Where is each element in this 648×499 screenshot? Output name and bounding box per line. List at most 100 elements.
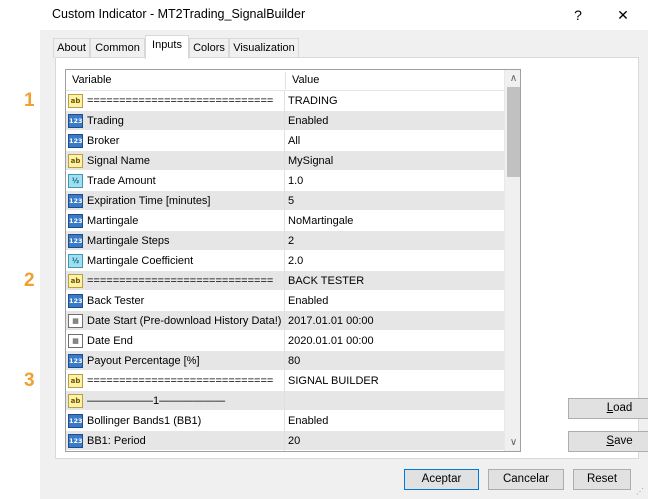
integer-type-icon: 123: [68, 294, 83, 308]
scroll-up-icon[interactable]: ∧: [505, 70, 520, 87]
variable-cell[interactable]: ab =============================: [66, 91, 285, 111]
input-row[interactable]: ab Signal Name MySignal: [66, 151, 504, 171]
variable-name: Martingale Steps: [87, 235, 170, 247]
variable-cell[interactable]: 123 Bollinger Bands1 (BB1): [66, 411, 285, 431]
value-cell[interactable]: 80: [286, 351, 504, 371]
variable-name: Payout Percentage [%]: [87, 355, 200, 367]
text-type-icon: ab: [68, 374, 83, 388]
value-cell[interactable]: All: [286, 131, 504, 151]
value-cell[interactable]: Enabled: [286, 111, 504, 131]
variable-cell[interactable]: ab Signal Name: [66, 151, 285, 171]
input-row[interactable]: ab ——————1——————: [66, 391, 504, 411]
input-row[interactable]: ab ============================= TRADING: [66, 91, 504, 111]
resize-grip-icon[interactable]: ⋰: [636, 487, 646, 497]
text-type-icon: ab: [68, 274, 83, 288]
window-title: Custom Indicator - MT2Trading_SignalBuil…: [52, 7, 306, 21]
step-marker-3: 3: [24, 370, 35, 391]
grid-scrollbar[interactable]: ∧ ∨: [504, 70, 520, 451]
variable-name: Trade Amount: [87, 175, 156, 187]
value-cell[interactable]: BACK TESTER: [286, 271, 504, 291]
variable-cell[interactable]: 123 Payout Percentage [%]: [66, 351, 285, 371]
value-cell[interactable]: NoMartingale: [286, 211, 504, 231]
variable-cell[interactable]: 123 Broker: [66, 131, 285, 151]
datetime-type-icon: ▦: [68, 314, 83, 328]
value-cell[interactable]: [286, 391, 504, 411]
variable-cell[interactable]: ½ Trade Amount: [66, 171, 285, 191]
text-type-icon: ab: [68, 394, 83, 408]
input-row[interactable]: ab ============================= BACK TEST…: [66, 271, 504, 291]
tab-about[interactable]: About: [53, 38, 90, 58]
variable-cell[interactable]: ab ——————1——————: [66, 391, 285, 411]
input-row[interactable]: ½ Martingale Coefficient 2.0: [66, 251, 504, 271]
variable-cell[interactable]: 123 Trading: [66, 111, 285, 131]
tab-common[interactable]: Common: [90, 38, 145, 58]
value-cell[interactable]: MySignal: [286, 151, 504, 171]
value-cell[interactable]: SIGNAL BUILDER: [286, 371, 504, 391]
step-marker-1: 1: [24, 90, 35, 111]
variable-cell[interactable]: 123 Martingale: [66, 211, 285, 231]
variable-name: =============================: [87, 375, 274, 387]
variable-name: Back Tester: [87, 295, 145, 307]
variable-name: BB1: Period: [87, 435, 146, 447]
input-row[interactable]: 123 Payout Percentage [%] 80: [66, 351, 504, 371]
input-row[interactable]: ab ============================= SIGNAL BU…: [66, 371, 504, 391]
inputs-panel: Variable Value ab =======================…: [55, 57, 648, 459]
integer-type-icon: 123: [68, 434, 83, 448]
value-cell[interactable]: 2: [286, 231, 504, 251]
double-type-icon: ½: [68, 254, 83, 268]
value-cell[interactable]: TRADING: [286, 91, 504, 111]
integer-type-icon: 123: [68, 234, 83, 248]
value-cell[interactable]: Enabled: [286, 291, 504, 311]
variable-cell[interactable]: 123 Back Tester: [66, 291, 285, 311]
value-cell[interactable]: 2.0: [286, 251, 504, 271]
text-type-icon: ab: [68, 94, 83, 108]
value-cell[interactable]: 1.0: [286, 171, 504, 191]
variable-name: Trading: [87, 115, 124, 127]
variable-cell[interactable]: ½ Martingale Coefficient: [66, 251, 285, 271]
variable-cell[interactable]: ▦ Date Start (Pre-download History Data!): [66, 311, 285, 331]
input-row[interactable]: ▦ Date End 2020.01.01 00:00: [66, 331, 504, 351]
load-button[interactable]: Load: [568, 398, 648, 419]
variable-name: Date Start (Pre-download History Data!): [87, 315, 282, 327]
input-row[interactable]: 123 Trading Enabled: [66, 111, 504, 131]
tab-colors[interactable]: Colors: [189, 38, 229, 58]
value-cell[interactable]: 20: [286, 431, 504, 451]
close-icon[interactable]: ✕: [609, 3, 637, 27]
save-button[interactable]: Save: [568, 431, 648, 452]
value-cell[interactable]: 5: [286, 191, 504, 211]
variable-cell[interactable]: 123 Martingale Steps: [66, 231, 285, 251]
input-row[interactable]: 123 BB1: Period 20: [66, 431, 504, 451]
input-row[interactable]: 123 Expiration Time [minutes] 5: [66, 191, 504, 211]
variable-cell[interactable]: ▦ Date End: [66, 331, 285, 351]
input-row[interactable]: 123 Broker All: [66, 131, 504, 151]
scroll-down-icon[interactable]: ∨: [505, 434, 520, 451]
input-row[interactable]: 123 Martingale NoMartingale: [66, 211, 504, 231]
integer-type-icon: 123: [68, 114, 83, 128]
variable-name: Martingale: [87, 215, 139, 227]
tab-inputs[interactable]: Inputs: [145, 35, 189, 59]
reset-button[interactable]: Reset: [573, 469, 631, 490]
value-cell[interactable]: 2020.01.01 00:00: [286, 331, 504, 351]
input-row[interactable]: 123 Back Tester Enabled: [66, 291, 504, 311]
variable-column-header[interactable]: Variable: [66, 70, 112, 91]
grid-rows: ab ============================= TRADING 12…: [66, 91, 504, 451]
accept-button[interactable]: Aceptar: [404, 469, 479, 490]
integer-type-icon: 123: [68, 414, 83, 428]
integer-type-icon: 123: [68, 354, 83, 368]
value-cell[interactable]: Enabled: [286, 411, 504, 431]
variable-cell[interactable]: ab =============================: [66, 271, 285, 291]
variable-cell[interactable]: 123 BB1: Period: [66, 431, 285, 451]
value-column-header[interactable]: Value: [286, 70, 319, 91]
cancel-button[interactable]: Cancelar: [488, 469, 564, 490]
help-button[interactable]: ?: [564, 3, 592, 27]
input-row[interactable]: ▦ Date Start (Pre-download History Data!)…: [66, 311, 504, 331]
tab-visualization[interactable]: Visualization: [229, 38, 299, 58]
input-row[interactable]: 123 Bollinger Bands1 (BB1) Enabled: [66, 411, 504, 431]
input-row[interactable]: 123 Martingale Steps 2: [66, 231, 504, 251]
scroll-thumb[interactable]: [507, 87, 520, 177]
value-cell[interactable]: 2017.01.01 00:00: [286, 311, 504, 331]
variable-cell[interactable]: ab =============================: [66, 371, 285, 391]
variable-name: Broker: [87, 135, 120, 147]
variable-cell[interactable]: 123 Expiration Time [minutes]: [66, 191, 285, 211]
input-row[interactable]: ½ Trade Amount 1.0: [66, 171, 504, 191]
